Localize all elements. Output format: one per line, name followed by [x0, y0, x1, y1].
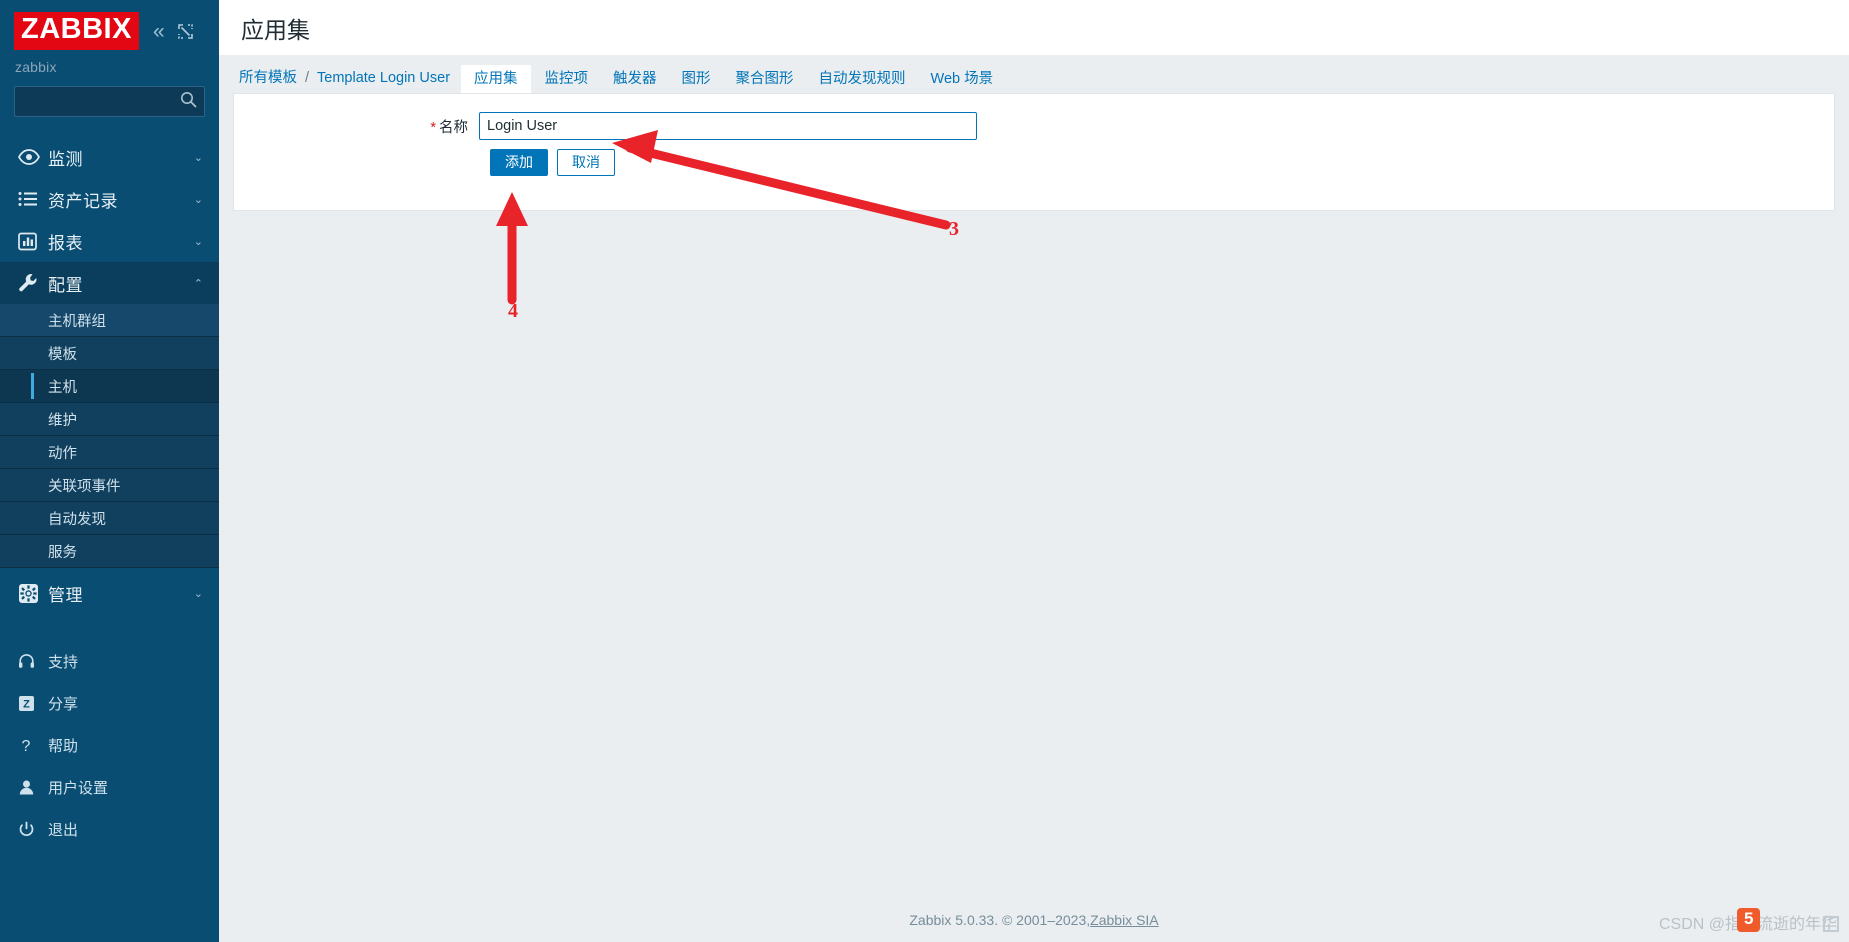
csdn-watermark: CSDN @指尖流逝的年华 5 — [1659, 908, 1839, 934]
sidebar-item-signout[interactable]: 退出 — [0, 808, 219, 850]
sidebar-subitem-services[interactable]: 服务 — [0, 535, 219, 568]
cancel-button[interactable]: 取消 — [557, 149, 615, 176]
sidebar-bottom-nav: 支持 Z 分享 ? 帮助 用户设置 退出 — [0, 640, 219, 850]
zabbix-app: ZABBIX « zabbix 监测 ⌄ 资产记录 ⌄ 报表 ⌄ 配置 ⌃ 主机… — [0, 0, 1849, 942]
sidebar-item-inventory[interactable]: 资产记录 ⌄ — [0, 178, 219, 220]
sidebar-item-help[interactable]: ? 帮助 — [0, 724, 219, 766]
sidebar-nav: 监测 ⌄ 资产记录 ⌄ 报表 ⌄ 配置 ⌃ 主机群组 模板 主机 维护 动作 关… — [0, 136, 219, 614]
sidebar-item-label: 支持 — [48, 653, 79, 671]
power-icon — [18, 821, 48, 838]
sidebar-item-label: 退出 — [48, 821, 79, 839]
sidebar-item-reports[interactable]: 报表 ⌄ — [0, 220, 219, 262]
breadcrumb-template-name[interactable]: Template Login User — [315, 63, 452, 93]
content-area: *名称 添加 取消 — [219, 93, 1849, 898]
submenu-label: 主机群组 — [48, 313, 106, 330]
submit-button[interactable]: 添加 — [490, 149, 548, 176]
submenu-label: 动作 — [48, 445, 77, 462]
sidebar-item-label: 报表 — [48, 233, 83, 253]
footer-copyright: Zabbix 5.0.33. © 2001–2023, — [909, 912, 1091, 928]
submenu-label: 主机 — [48, 379, 77, 396]
form-buttons: 添加 取消 — [234, 140, 1834, 176]
sidebar-item-label: 资产记录 — [48, 191, 118, 211]
main-area: 应用集 所有模板 / Template Login User 应用集 监控项 触… — [219, 0, 1849, 942]
sidebar-subitem-hosts[interactable]: 主机 — [0, 370, 219, 403]
server-name: zabbix — [15, 59, 57, 75]
chevron-down-icon: ⌄ — [193, 193, 203, 206]
gear-icon — [18, 583, 48, 604]
breadcrumb-tabbar: 所有模板 / Template Login User 应用集 监控项 触发器 图… — [219, 55, 1849, 93]
sidebar-item-configuration[interactable]: 配置 ⌃ — [0, 262, 219, 304]
sidebar-top: ZABBIX « zabbix — [0, 0, 219, 117]
sidebar-item-label: 监测 — [48, 149, 83, 169]
chart-bar-icon — [18, 232, 48, 251]
breadcrumb: 所有模板 / Template Login User — [237, 63, 452, 93]
sidebar: ZABBIX « zabbix 监测 ⌄ 资产记录 ⌄ 报表 ⌄ 配置 ⌃ 主机… — [0, 0, 219, 942]
wrench-icon — [18, 273, 48, 293]
headset-icon — [18, 653, 48, 670]
sidebar-search — [14, 86, 205, 117]
chevron-down-icon: ⌄ — [193, 587, 203, 600]
list-icon — [18, 191, 48, 207]
sidebar-subitem-discovery[interactable]: 自动发现 — [0, 502, 219, 535]
svg-text:Z: Z — [23, 698, 30, 710]
sidebar-item-share[interactable]: Z 分享 — [0, 682, 219, 724]
tab-triggers[interactable]: 触发器 — [602, 65, 668, 93]
submenu-label: 服务 — [48, 544, 77, 561]
zabbix-z-icon: Z — [18, 695, 48, 712]
submenu-label: 模板 — [48, 346, 77, 363]
sidebar-item-label: 分享 — [48, 695, 79, 713]
eye-icon — [18, 149, 48, 165]
sidebar-item-label: 管理 — [48, 585, 83, 605]
zabbix-logo[interactable]: ZABBIX — [14, 12, 139, 50]
name-label: * 名称 — [234, 116, 479, 137]
breadcrumb-all-templates[interactable]: 所有模板 — [237, 63, 299, 93]
tab-discovery-rules[interactable]: 自动发现规则 — [808, 65, 917, 93]
sidebar-subitem-event-correlation[interactable]: 关联项事件 — [0, 469, 219, 502]
sidebar-subitem-templates[interactable]: 模板 — [0, 337, 219, 370]
submenu-label: 关联项事件 — [48, 478, 121, 495]
svg-text:?: ? — [22, 738, 31, 754]
sidebar-subitem-actions[interactable]: 动作 — [0, 436, 219, 469]
tab-applications[interactable]: 应用集 — [461, 65, 531, 93]
tab-web-scenarios[interactable]: Web 场景 — [920, 65, 1005, 93]
submenu-label: 维护 — [48, 412, 77, 429]
user-icon — [18, 779, 48, 796]
sidebar-item-label: 配置 — [48, 275, 83, 295]
sidebar-subitem-maintenance[interactable]: 维护 — [0, 403, 219, 436]
tab-items[interactable]: 监控项 — [534, 65, 600, 93]
name-form-row: * 名称 — [234, 94, 1834, 140]
watermark-badge: 5 — [1736, 908, 1761, 932]
sidebar-item-label: 帮助 — [48, 737, 79, 755]
page-header: 应用集 — [219, 0, 1849, 55]
sidebar-item-user-settings[interactable]: 用户设置 — [0, 766, 219, 808]
page-title: 应用集 — [241, 16, 310, 43]
sidebar-item-monitoring[interactable]: 监测 ⌄ — [0, 136, 219, 178]
chevron-double-left-icon[interactable]: « — [153, 21, 165, 42]
submenu-label: 自动发现 — [48, 511, 106, 528]
expand-icon[interactable] — [177, 23, 194, 40]
chevron-down-icon: ⌄ — [193, 235, 203, 248]
application-form-panel: *名称 添加 取消 — [233, 93, 1835, 211]
name-label-text: 名称 — [439, 119, 468, 136]
chevron-down-icon: ⌄ — [193, 151, 203, 164]
sidebar-subitem-host-groups[interactable]: 主机群组 — [0, 304, 219, 337]
required-marker: * — [430, 119, 436, 136]
question-icon: ? — [18, 737, 48, 754]
sidebar-logo-row: ZABBIX « — [12, 10, 207, 50]
page-footer: Zabbix 5.0.33. © 2001–2023, Zabbix SIA — [219, 898, 1849, 942]
configuration-submenu: 主机群组 模板 主机 维护 动作 关联项事件 自动发现 服务 — [0, 304, 219, 568]
submenu-list: 主机群组 模板 主机 维护 动作 关联项事件 自动发现 服务 — [0, 304, 219, 568]
sidebar-item-label: 用户设置 — [48, 779, 109, 797]
name-input[interactable] — [479, 112, 977, 140]
sidebar-item-support[interactable]: 支持 — [0, 640, 219, 682]
breadcrumb-separator: / — [305, 70, 310, 86]
search-input[interactable] — [14, 86, 205, 117]
tab-graphs[interactable]: 图形 — [671, 65, 722, 93]
footer-zabbix-sia-link[interactable]: Zabbix SIA — [1090, 912, 1158, 928]
chevron-up-icon: ⌃ — [193, 277, 203, 290]
sidebar-item-administration[interactable]: 管理 ⌄ — [0, 572, 219, 614]
watermark-square-icon — [1823, 916, 1839, 932]
tab-screens[interactable]: 聚合图形 — [725, 65, 805, 93]
